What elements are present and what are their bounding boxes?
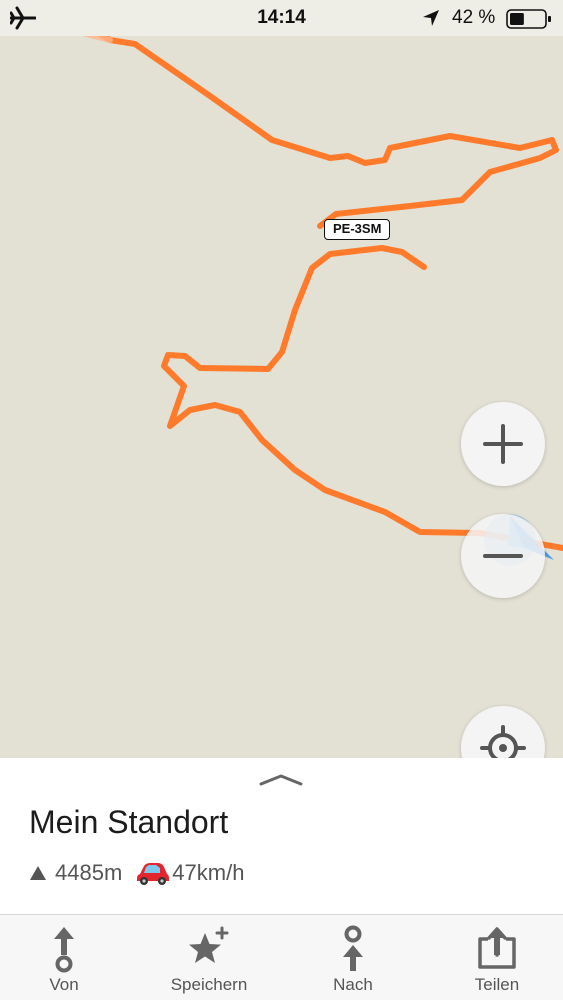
share-icon xyxy=(478,927,516,969)
save-button[interactable]: Speichern xyxy=(139,915,279,1000)
bottom-tab-bar: Von Speichern Nach Teilen xyxy=(0,914,563,1000)
location-arrow-icon xyxy=(423,10,439,26)
route-from-icon xyxy=(54,927,74,973)
route-to-label: Nach xyxy=(333,975,373,994)
crosshair-icon xyxy=(480,725,526,760)
location-info-row: 4485m 47km/h xyxy=(29,858,244,888)
road-label: PE-3SM xyxy=(324,219,391,240)
share-button[interactable]: Teilen xyxy=(427,915,563,1000)
map-view[interactable]: PE-3SM xyxy=(0,0,563,760)
zoom-out-button[interactable] xyxy=(461,514,545,598)
zoom-in-button[interactable] xyxy=(461,402,545,486)
altitude-icon xyxy=(30,866,46,880)
status-bar: 14:14 42 % xyxy=(0,0,563,36)
route-from-label: Von xyxy=(49,975,79,994)
locate-me-button[interactable] xyxy=(461,706,545,760)
star-add-icon xyxy=(189,926,229,963)
car-icon xyxy=(137,863,170,885)
plus-icon xyxy=(483,424,523,464)
battery-percent: 42 % xyxy=(452,7,496,28)
minus-icon xyxy=(483,554,523,558)
save-label: Speichern xyxy=(170,975,248,994)
route-line xyxy=(0,9,563,551)
sheet-handle-chevron-up-icon[interactable] xyxy=(259,772,303,786)
share-label: Teilen xyxy=(474,975,520,994)
route-to-button[interactable]: Nach xyxy=(283,915,423,1000)
route-from-button[interactable]: Von xyxy=(0,915,134,1000)
location-sheet[interactable]: Mein Standort 4485m 47km/h xyxy=(0,758,563,916)
route-to-icon xyxy=(343,925,363,971)
speed-value: 47km/h xyxy=(172,860,245,885)
altitude-value: 4485m xyxy=(55,860,123,885)
battery-icon xyxy=(506,9,551,29)
place-title: Mein Standort xyxy=(29,804,229,840)
